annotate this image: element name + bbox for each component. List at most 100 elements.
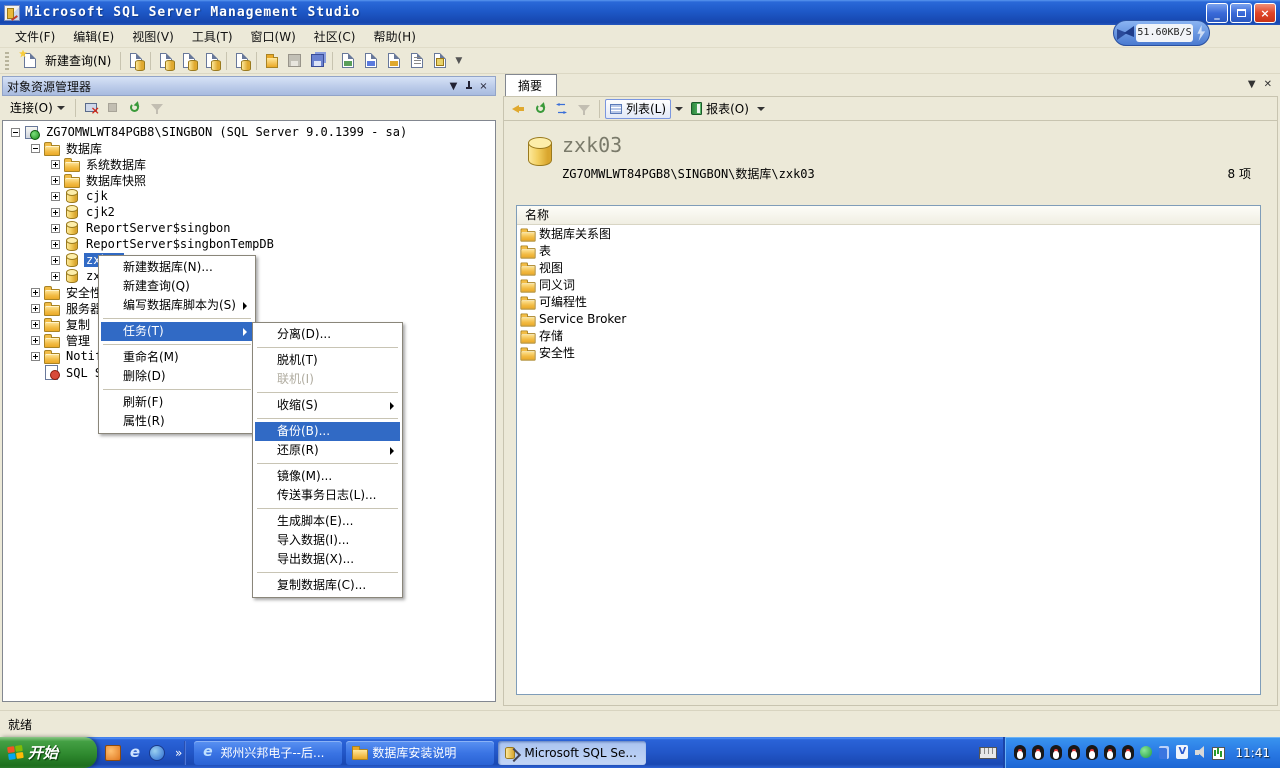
new-query-button[interactable]: 新建查询(N) xyxy=(12,48,117,74)
summary-list-item[interactable]: 数据库关系图 xyxy=(517,225,1260,242)
minus-expander-icon[interactable] xyxy=(31,144,40,153)
list-view-button[interactable]: 列表(L) xyxy=(605,99,671,119)
open-file-icon[interactable] xyxy=(260,50,283,72)
download-speed-widget[interactable]: 51.60KB/S xyxy=(1113,20,1210,46)
speaker-icon[interactable] xyxy=(1193,745,1207,760)
summary-list-item[interactable]: 可编程性 xyxy=(517,293,1260,310)
xmla-query-icon[interactable] xyxy=(200,50,223,72)
tree-item[interactable]: ReportServer$singbon xyxy=(3,220,495,236)
plus-expander-icon[interactable] xyxy=(51,208,60,217)
disconnect-icon[interactable] xyxy=(81,99,101,117)
plus-expander-icon[interactable] xyxy=(31,336,40,345)
plus-expander-icon[interactable] xyxy=(31,304,40,313)
plus-expander-icon[interactable] xyxy=(51,192,60,201)
task-button[interactable]: 数据库安装说明 xyxy=(346,741,494,765)
mdx-query-icon[interactable] xyxy=(154,50,177,72)
object-explorer-icon[interactable] xyxy=(382,50,405,72)
close-button[interactable]: × xyxy=(1254,3,1276,23)
context-menu-item-2[interactable]: 编写数据库脚本为(S) xyxy=(101,296,253,315)
tree-item[interactable]: cjk2 xyxy=(3,204,495,220)
back-icon[interactable] xyxy=(508,100,528,118)
report-button[interactable]: 报表(O) xyxy=(686,99,754,119)
penguin-icon[interactable] xyxy=(1103,745,1117,760)
report-dropdown[interactable] xyxy=(756,99,767,119)
context-menu-item-10[interactable]: 属性(R) xyxy=(101,412,253,431)
submenu-item-10[interactable]: 镜像(M)... xyxy=(255,467,400,486)
restore-button[interactable] xyxy=(1230,3,1252,23)
green-swirl-icon[interactable] xyxy=(1139,745,1153,760)
tree-item[interactable]: 数据库 xyxy=(3,140,495,156)
summary-list-item[interactable]: 表 xyxy=(517,242,1260,259)
dmx-query-icon[interactable] xyxy=(177,50,200,72)
activity-meter-icon[interactable] xyxy=(1211,745,1225,760)
summary-list-item[interactable]: 安全性 xyxy=(517,344,1260,361)
plus-expander-icon[interactable] xyxy=(51,240,60,249)
window-position-icon[interactable]: ▼ xyxy=(446,79,461,93)
minimize-button[interactable]: _ xyxy=(1206,3,1228,23)
tree-item[interactable]: cjk xyxy=(3,188,495,204)
tree-item[interactable]: ReportServer$singbonTempDB xyxy=(3,236,495,252)
submenu-item-0[interactable]: 分离(D)... xyxy=(255,325,400,344)
properties-window-icon[interactable] xyxy=(428,50,451,72)
registered-servers-icon[interactable] xyxy=(336,50,359,72)
submenu-item-5[interactable]: 收缩(S) xyxy=(255,396,400,415)
menu-item-6[interactable]: 帮助(H) xyxy=(365,25,425,48)
refresh-icon[interactable] xyxy=(530,100,550,118)
summary-list-item[interactable]: 存储 xyxy=(517,327,1260,344)
menu-item-4[interactable]: 窗口(W) xyxy=(242,25,305,48)
plus-expander-icon[interactable] xyxy=(31,320,40,329)
menu-item-5[interactable]: 社区(C) xyxy=(305,25,365,48)
penguin-icon[interactable] xyxy=(1085,745,1099,760)
compact-query-icon[interactable] xyxy=(230,50,253,72)
save-all-icon[interactable] xyxy=(306,50,329,72)
penguin-icon[interactable] xyxy=(1121,745,1135,760)
context-menu-item-0[interactable]: 新建数据库(N)... xyxy=(101,258,253,277)
tree-item[interactable]: ZG7OMWLWT84PGB8\SINGBON (SQL Server 9.0.… xyxy=(3,124,495,140)
summary-list-item[interactable]: 视图 xyxy=(517,259,1260,276)
plus-expander-icon[interactable] xyxy=(51,256,60,265)
clock[interactable]: 11:41 xyxy=(1235,746,1270,760)
context-menu-item-4[interactable]: 任务(T) xyxy=(101,322,253,341)
submenu-item-13[interactable]: 生成脚本(E)... xyxy=(255,512,400,531)
summary-list-item[interactable]: Service Broker xyxy=(517,310,1260,327)
submenu-item-8[interactable]: 还原(R) xyxy=(255,441,400,460)
messenger-icon[interactable] xyxy=(149,745,165,761)
pin-icon[interactable] xyxy=(461,79,476,93)
menu-item-0[interactable]: 文件(F) xyxy=(6,25,64,48)
connect-button[interactable]: 连接(O) xyxy=(5,97,70,118)
submenu-item-7[interactable]: 备份(B)... xyxy=(255,422,400,441)
task-button[interactable]: Microsoft SQL Se... xyxy=(498,741,646,765)
tab-list-chevron-icon[interactable]: ▼ xyxy=(1248,79,1256,90)
submenu-item-17[interactable]: 复制数据库(C)... xyxy=(255,576,400,595)
penguin-icon[interactable] xyxy=(1067,745,1081,760)
orange-launcher-icon[interactable] xyxy=(105,745,121,761)
tree-item[interactable]: 数据库快照 xyxy=(3,172,495,188)
list-view-dropdown[interactable] xyxy=(673,99,684,119)
submenu-item-14[interactable]: 导入数据(I)... xyxy=(255,531,400,550)
context-menu-item-1[interactable]: 新建查询(Q) xyxy=(101,277,253,296)
menu-item-2[interactable]: 视图(V) xyxy=(123,25,183,48)
context-menu-item-7[interactable]: 删除(D) xyxy=(101,367,253,386)
quick-launch-overflow[interactable]: » xyxy=(175,746,182,760)
save-icon[interactable] xyxy=(283,50,306,72)
plus-expander-icon[interactable] xyxy=(51,272,60,281)
menu-item-3[interactable]: 工具(T) xyxy=(183,25,242,48)
submenu-item-2[interactable]: 脱机(T) xyxy=(255,351,400,370)
start-button[interactable]: 开始 xyxy=(0,737,97,768)
task-button[interactable]: e郑州兴邦电子--后... xyxy=(194,741,342,765)
blue-v-icon[interactable] xyxy=(1175,745,1189,760)
tab-summary[interactable]: 摘要 xyxy=(505,74,557,96)
template-explorer-icon[interactable] xyxy=(359,50,382,72)
blue-doc-icon[interactable] xyxy=(1157,745,1171,760)
tree-item[interactable]: 系统数据库 xyxy=(3,156,495,172)
menu-item-1[interactable]: 编辑(E) xyxy=(64,25,123,48)
close-document-icon[interactable]: ✕ xyxy=(1264,79,1272,90)
submenu-item-11[interactable]: 传送事务日志(L)... xyxy=(255,486,400,505)
column-header-name[interactable]: 名称 xyxy=(517,206,1260,225)
internet-explorer-icon[interactable]: e xyxy=(127,745,143,761)
close-panel-icon[interactable]: × xyxy=(476,79,491,93)
summary-list-item[interactable]: 同义词 xyxy=(517,276,1260,293)
penguin-icon[interactable] xyxy=(1031,745,1045,760)
penguin-icon[interactable] xyxy=(1013,745,1027,760)
sync-icon[interactable] xyxy=(552,100,572,118)
